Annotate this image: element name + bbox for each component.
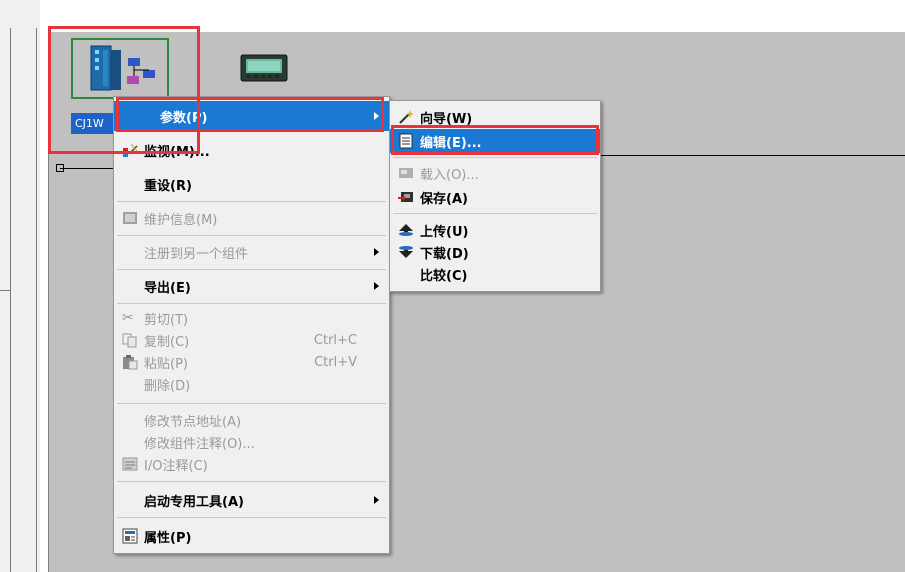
menu-item-io-comment[interactable]: I/O注释(C) xyxy=(114,453,389,475)
separator xyxy=(117,517,386,518)
submenu-item-wizard[interactable]: 向导(W) xyxy=(390,105,600,129)
menu-item-parameters[interactable]: 参数(P) xyxy=(114,101,389,131)
blank-icon xyxy=(122,244,138,260)
submenu-item-compare[interactable]: 比较(C) xyxy=(390,263,600,285)
menu-item-maintenance-info[interactable]: 维护信息(M) xyxy=(114,203,389,233)
menu-item-properties[interactable]: 属性(P) xyxy=(114,521,389,551)
blank-icon xyxy=(122,176,138,192)
blank-icon xyxy=(122,278,138,294)
parameters-submenu: 向导(W) 编辑(E)... 载入(O)... 保存(A) 上传(U) 下载(D… xyxy=(389,100,601,292)
submenu-item-download[interactable]: 下载(D) xyxy=(390,241,600,263)
separator xyxy=(393,213,597,214)
load-icon xyxy=(398,165,414,181)
menu-item-delete[interactable]: 删除(D) xyxy=(114,373,389,395)
io-comment-icon xyxy=(122,456,138,472)
paste-icon xyxy=(122,354,138,370)
wizard-icon xyxy=(398,109,414,125)
submenu-item-upload[interactable]: 上传(U) xyxy=(390,219,600,241)
menu-item-change-node-address[interactable]: 修改节点地址(A) xyxy=(114,409,389,431)
menu-item-start-tool[interactable]: 启动专用工具(A) xyxy=(114,485,389,515)
separator xyxy=(393,157,597,158)
menu-item-paste[interactable]: 粘贴(P) Ctrl+V xyxy=(114,351,389,373)
copy-icon xyxy=(122,332,138,348)
submenu-item-edit[interactable]: 编辑(E)... xyxy=(390,129,600,153)
panel-divider xyxy=(10,28,11,572)
menu-item-change-component-comment[interactable]: 修改组件注释(O)... xyxy=(114,431,389,453)
blank-icon xyxy=(122,434,138,450)
separator xyxy=(117,403,386,404)
maintenance-icon xyxy=(122,210,138,226)
separator xyxy=(117,269,386,270)
monitor-icon xyxy=(122,142,138,158)
properties-icon xyxy=(122,528,138,544)
blank-icon xyxy=(398,266,414,282)
context-menu: 参数(P) 监视(M)... 重设(R) 维护信息(M) 注册到另一个组件 导出… xyxy=(113,96,390,554)
submenu-arrow-icon xyxy=(374,112,379,120)
menu-item-register-component[interactable]: 注册到另一个组件 xyxy=(114,237,389,267)
blank-icon xyxy=(122,376,138,392)
submenu-arrow-icon xyxy=(374,496,379,504)
menu-item-monitor[interactable]: 监视(M)... xyxy=(114,135,389,165)
menu-item-copy[interactable]: 复制(C) Ctrl+C xyxy=(114,329,389,351)
menu-item-export[interactable]: 导出(E) xyxy=(114,271,389,301)
submenu-arrow-icon xyxy=(374,248,379,256)
separator xyxy=(117,303,386,304)
blank-icon xyxy=(122,412,138,428)
blank-icon xyxy=(122,492,138,508)
edit-document-icon xyxy=(398,133,414,149)
upload-icon xyxy=(398,222,414,238)
save-icon xyxy=(398,189,414,205)
separator xyxy=(117,481,386,482)
submenu-item-load[interactable]: 载入(O)... xyxy=(390,161,600,185)
left-panel xyxy=(0,0,40,572)
scissors-icon: ✂ xyxy=(122,310,134,326)
submenu-item-save[interactable]: 保存(A) xyxy=(390,185,600,209)
download-icon xyxy=(398,244,414,260)
panel-tick xyxy=(0,290,10,291)
menu-item-cut[interactable]: ✂ 剪切(T) xyxy=(114,307,389,329)
separator xyxy=(117,235,386,236)
panel-divider xyxy=(36,28,37,572)
blank-icon xyxy=(122,108,138,124)
network-bus xyxy=(600,155,905,156)
hmi-device-icon[interactable] xyxy=(239,53,289,83)
submenu-arrow-icon xyxy=(374,282,379,290)
separator xyxy=(117,201,386,202)
menu-item-reset[interactable]: 重设(R) xyxy=(114,169,389,199)
node-unit-icon[interactable] xyxy=(71,38,169,99)
node-label[interactable]: CJ1W xyxy=(71,113,119,134)
